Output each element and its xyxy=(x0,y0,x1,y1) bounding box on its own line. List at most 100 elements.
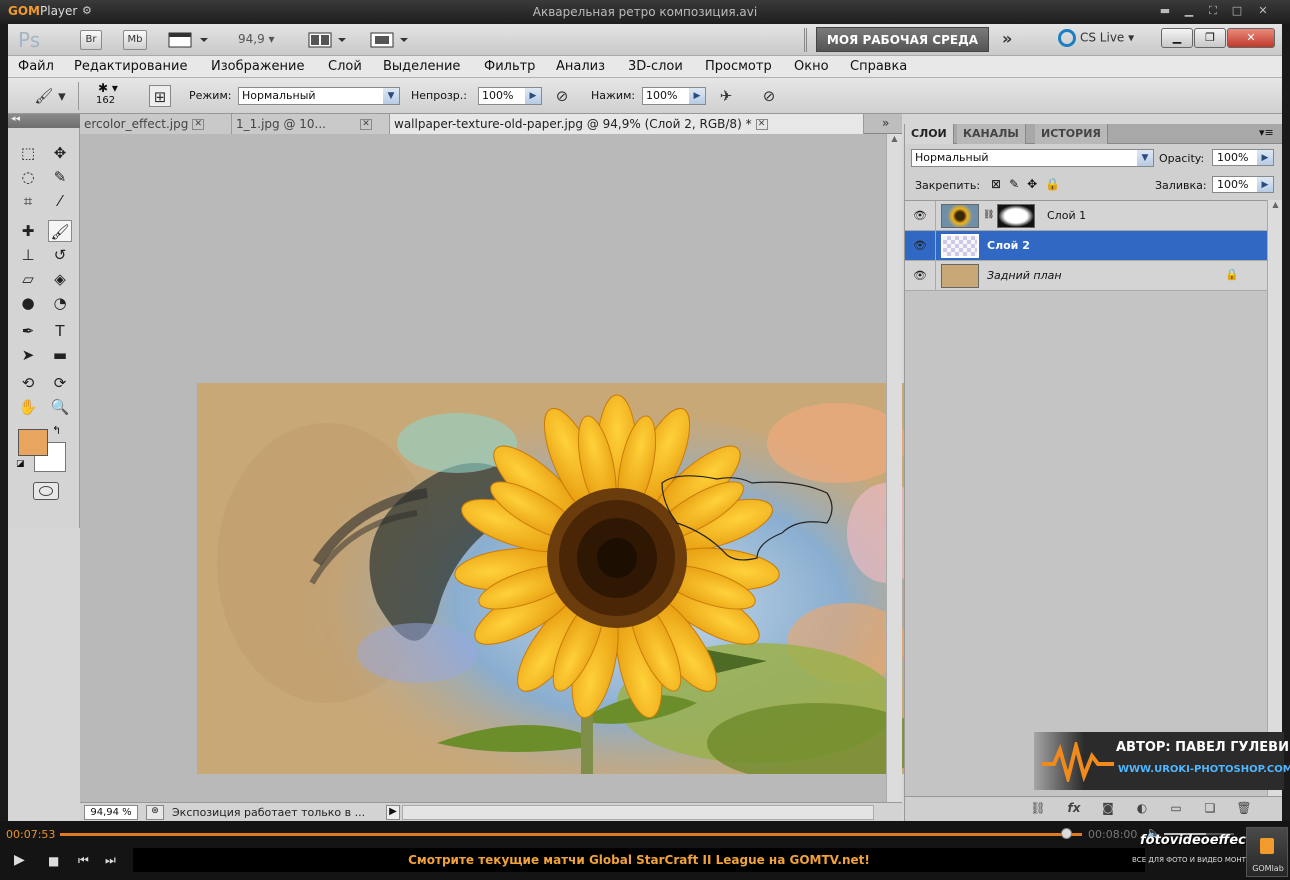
lasso-tool-icon[interactable]: ◌ xyxy=(16,166,40,188)
3d-rotate-tool-icon[interactable]: ⟲ xyxy=(16,372,40,394)
dodge-tool-icon[interactable]: ◔ xyxy=(48,292,72,314)
zoom-level[interactable]: 94,9 ▾ xyxy=(238,32,275,46)
minimize-to-tray-icon[interactable]: ▬ xyxy=(1156,3,1174,19)
seek-handle[interactable] xyxy=(1060,828,1072,839)
eraser-tool-icon[interactable]: ▱ xyxy=(16,268,40,290)
play-icon[interactable]: ▶ xyxy=(14,852,25,868)
link-icon[interactable]: ⛓ xyxy=(983,210,994,220)
crop-tool-icon[interactable]: ⌗ xyxy=(16,190,40,212)
canvas-area[interactable] xyxy=(80,134,913,802)
lock-transparency-icon[interactable]: ⊠ xyxy=(991,177,1009,191)
menu-help[interactable]: Справка xyxy=(850,59,907,74)
arrange-documents-button[interactable] xyxy=(308,30,352,50)
zoom-field[interactable]: 94,94 % xyxy=(84,805,138,820)
status-menu-icon[interactable]: ⊛ xyxy=(146,805,164,820)
3d-orbit-tool-icon[interactable]: ⟳ xyxy=(48,372,72,394)
clone-stamp-tool-icon[interactable]: ⊥ xyxy=(16,244,40,266)
previous-icon[interactable]: ⏮ xyxy=(78,853,89,868)
fx-icon[interactable]: fx xyxy=(1063,801,1085,817)
new-layer-icon[interactable]: ❏ xyxy=(1199,801,1221,817)
link-layers-icon[interactable]: ⛓ xyxy=(1027,801,1049,817)
move-tool-icon[interactable]: ✥ xyxy=(48,142,72,164)
ps-close-button[interactable]: ✕ xyxy=(1227,28,1275,48)
mini-bridge-button[interactable]: Mb xyxy=(123,30,147,50)
hand-tool-icon[interactable]: ✋ xyxy=(16,396,40,418)
panel-opacity-field[interactable]: 100% ▶ xyxy=(1212,149,1274,166)
view-extras-button[interactable] xyxy=(168,30,212,50)
opacity-field[interactable]: 100% ▶ xyxy=(478,87,542,105)
airbrush-icon[interactable]: ✈ xyxy=(715,85,737,107)
lock-pixels-icon[interactable]: ✎ xyxy=(1009,177,1027,191)
layer-row-background[interactable]: 👁 Задний план 🔒 xyxy=(905,261,1267,291)
news-ticker[interactable]: Смотрите текущие матчи Global StarCraft … xyxy=(133,848,1145,872)
tab-watercolor[interactable]: ercolor_effect.jpg ✕ xyxy=(80,114,232,134)
ps-restore-button[interactable]: ❐ xyxy=(1194,28,1226,48)
menu-image[interactable]: Изображение xyxy=(211,59,304,74)
default-colors-icon[interactable]: ◪ xyxy=(16,459,25,469)
path-selection-tool-icon[interactable]: ➤ xyxy=(16,344,40,366)
canvas-vertical-scrollbar[interactable]: ▲ xyxy=(886,134,902,802)
menu-3d[interactable]: 3D-слои xyxy=(628,59,683,74)
scroll-up-icon[interactable]: ▲ xyxy=(1268,200,1282,209)
history-brush-tool-icon[interactable]: ↺ xyxy=(48,244,72,266)
tab-layers[interactable]: СЛОИ xyxy=(905,124,954,144)
menu-view[interactable]: Просмотр xyxy=(705,59,772,74)
blur-tool-icon[interactable]: ● xyxy=(16,292,40,314)
blend-mode-select[interactable]: Нормальный ▼ xyxy=(911,149,1154,167)
swap-colors-icon[interactable]: ↰ xyxy=(52,424,61,437)
ps-minimize-button[interactable]: ▁ xyxy=(1161,28,1193,48)
eye-icon[interactable]: 👁 xyxy=(913,239,927,253)
tabs-overflow-icon[interactable]: » xyxy=(882,116,889,130)
gomlab-button[interactable]: GOMlab xyxy=(1246,827,1288,877)
paint-bucket-tool-icon[interactable]: ◈ xyxy=(48,268,72,290)
stop-icon[interactable]: ■ xyxy=(48,854,59,868)
tool-preset-picker[interactable]: 🖌 ▾ xyxy=(28,85,72,107)
quick-mask-button[interactable] xyxy=(33,482,59,500)
menu-filter[interactable]: Фильтр xyxy=(484,59,535,74)
fill-field[interactable]: 100% ▶ xyxy=(1212,176,1274,193)
tab-1-1[interactable]: 1_1.jpg @ 10... ✕ xyxy=(232,114,390,134)
healing-brush-tool-icon[interactable]: ✚ xyxy=(16,220,40,242)
workspace-button[interactable]: МОЯ РАБОЧАЯ СРЕДА xyxy=(816,27,989,52)
marquee-tool-icon[interactable]: ⬚ xyxy=(16,142,40,164)
menu-file[interactable]: Файл xyxy=(18,59,54,74)
canvas-horizontal-scrollbar[interactable] xyxy=(402,805,874,820)
tab-history[interactable]: ИСТОРИЯ xyxy=(1035,124,1108,144)
new-group-icon[interactable]: ▭ xyxy=(1165,801,1187,817)
bridge-button[interactable]: Br xyxy=(80,30,102,50)
layer-row-1[interactable]: 👁 ⛓ Слой 1 xyxy=(905,201,1267,231)
menu-select[interactable]: Выделение xyxy=(383,59,460,74)
next-icon[interactable]: ⏭ xyxy=(105,853,116,868)
layer-mask-thumbnail[interactable] xyxy=(997,204,1035,228)
seek-bar[interactable] xyxy=(60,833,1082,836)
type-tool-icon[interactable]: T xyxy=(48,320,72,342)
add-mask-icon[interactable]: ◙ xyxy=(1097,801,1119,817)
lock-all-icon[interactable]: 🔒 xyxy=(1045,177,1068,191)
layer-row-2[interactable]: 👁 Слой 2 xyxy=(905,231,1267,261)
zoom-tool-icon[interactable]: 🔍 xyxy=(48,396,72,418)
adjustment-layer-icon[interactable]: ◐ xyxy=(1131,801,1153,817)
mode-select[interactable]: Нормальный ▼ xyxy=(238,87,400,105)
menu-edit[interactable]: Редактирование xyxy=(74,59,187,74)
quick-selection-tool-icon[interactable]: ✎ xyxy=(48,166,72,188)
lock-position-icon[interactable]: ✥ xyxy=(1027,177,1045,191)
status-arrow-icon[interactable]: ▶ xyxy=(386,805,400,820)
eye-icon[interactable]: 👁 xyxy=(913,209,927,223)
menu-window[interactable]: Окно xyxy=(794,59,829,74)
flow-field[interactable]: 100% ▶ xyxy=(642,87,706,105)
layers-scrollbar[interactable]: ▲ xyxy=(1267,200,1282,796)
pressure-opacity-icon[interactable]: ⊘ xyxy=(551,85,573,107)
screen-mode-button[interactable] xyxy=(370,30,414,50)
tab-channels[interactable]: КАНАЛЫ xyxy=(957,124,1026,144)
pressure-size-icon[interactable]: ⊘ xyxy=(758,85,780,107)
close-icon[interactable]: ✕ xyxy=(360,119,372,130)
pen-tool-icon[interactable]: ✒ xyxy=(16,320,40,342)
trash-icon[interactable]: 🗑 xyxy=(1233,801,1255,817)
close-icon[interactable]: ✕ xyxy=(192,119,205,130)
panel-menu-icon[interactable]: ▾≡ xyxy=(1259,126,1274,139)
canvas-artwork[interactable] xyxy=(197,383,913,774)
rectangle-tool-icon[interactable]: ▬ xyxy=(48,344,72,366)
minimize-icon[interactable]: ▁ xyxy=(1180,3,1198,19)
tab-wallpaper-texture[interactable]: wallpaper-texture-old-paper.jpg @ 94,9% … xyxy=(390,114,864,134)
menu-analysis[interactable]: Анализ xyxy=(556,59,605,74)
